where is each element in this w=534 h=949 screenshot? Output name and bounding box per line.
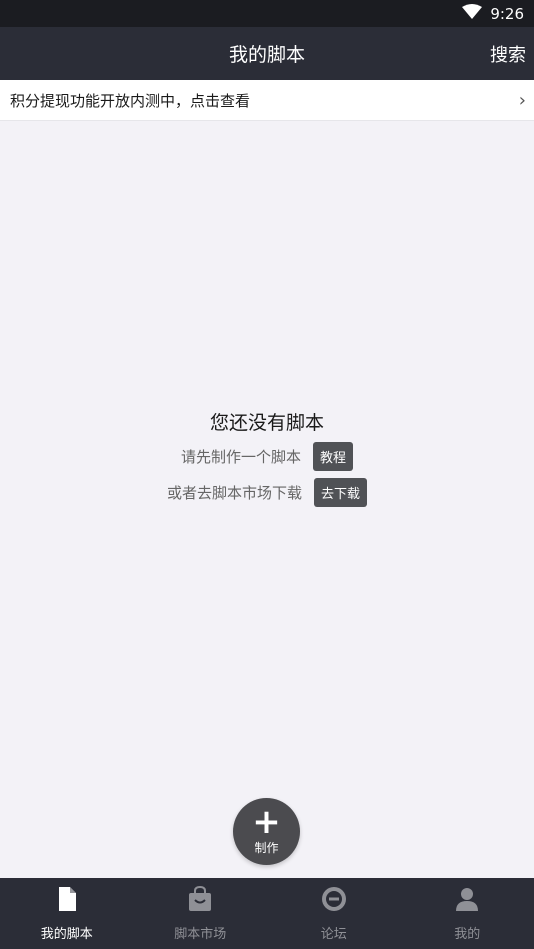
status-time: 9:26 bbox=[490, 4, 524, 23]
empty-hint-create: 请先制作一个脚本 bbox=[180, 447, 301, 466]
empty-hint-download: 或者去脚本市场下载 bbox=[166, 483, 302, 502]
person-icon bbox=[453, 885, 481, 917]
notice-text: 积分提现功能开放内测中，点击查看 bbox=[10, 91, 251, 110]
nav-label: 我的脚本 bbox=[40, 927, 93, 942]
shopping-bag-icon bbox=[186, 885, 214, 917]
create-fab-button[interactable]: + 制作 bbox=[233, 798, 300, 865]
file-icon bbox=[53, 885, 81, 917]
empty-row-download: 或者去脚本市场下载 去下载 bbox=[0, 474, 534, 510]
empty-state: 您还没有脚本 请先制作一个脚本 教程 或者去脚本市场下载 去下载 bbox=[0, 408, 534, 510]
nav-item-me[interactable]: 我的 bbox=[401, 878, 534, 949]
status-bar: 9:26 bbox=[0, 0, 534, 27]
chevron-right-icon: › bbox=[518, 89, 526, 111]
notice-banner[interactable]: 积分提现功能开放内测中，点击查看 › bbox=[0, 80, 534, 121]
tutorial-button[interactable]: 教程 bbox=[313, 441, 354, 471]
nav-item-forum[interactable]: 论坛 bbox=[267, 878, 401, 949]
nav-item-market[interactable]: 脚本市场 bbox=[134, 878, 268, 949]
forum-icon bbox=[320, 885, 348, 917]
nav-label: 脚本市场 bbox=[174, 927, 227, 942]
empty-row-tutorial: 请先制作一个脚本 教程 bbox=[0, 438, 534, 474]
page-title: 我的脚本 bbox=[228, 44, 305, 66]
fab-label: 制作 bbox=[254, 841, 279, 855]
plus-icon: + bbox=[252, 802, 281, 842]
nav-label: 论坛 bbox=[320, 927, 347, 942]
nav-label: 我的 bbox=[454, 927, 481, 942]
empty-title: 您还没有脚本 bbox=[209, 412, 324, 434]
nav-item-my-scripts[interactable]: 我的脚本 bbox=[0, 878, 134, 949]
wifi-icon bbox=[462, 3, 483, 24]
bottom-nav: 我的脚本 脚本市场 论坛 我的 bbox=[0, 878, 534, 949]
app-bar: 我的脚本 搜索 bbox=[0, 27, 534, 80]
search-button[interactable]: 搜索 bbox=[490, 27, 526, 80]
download-button[interactable]: 去下载 bbox=[314, 477, 368, 507]
